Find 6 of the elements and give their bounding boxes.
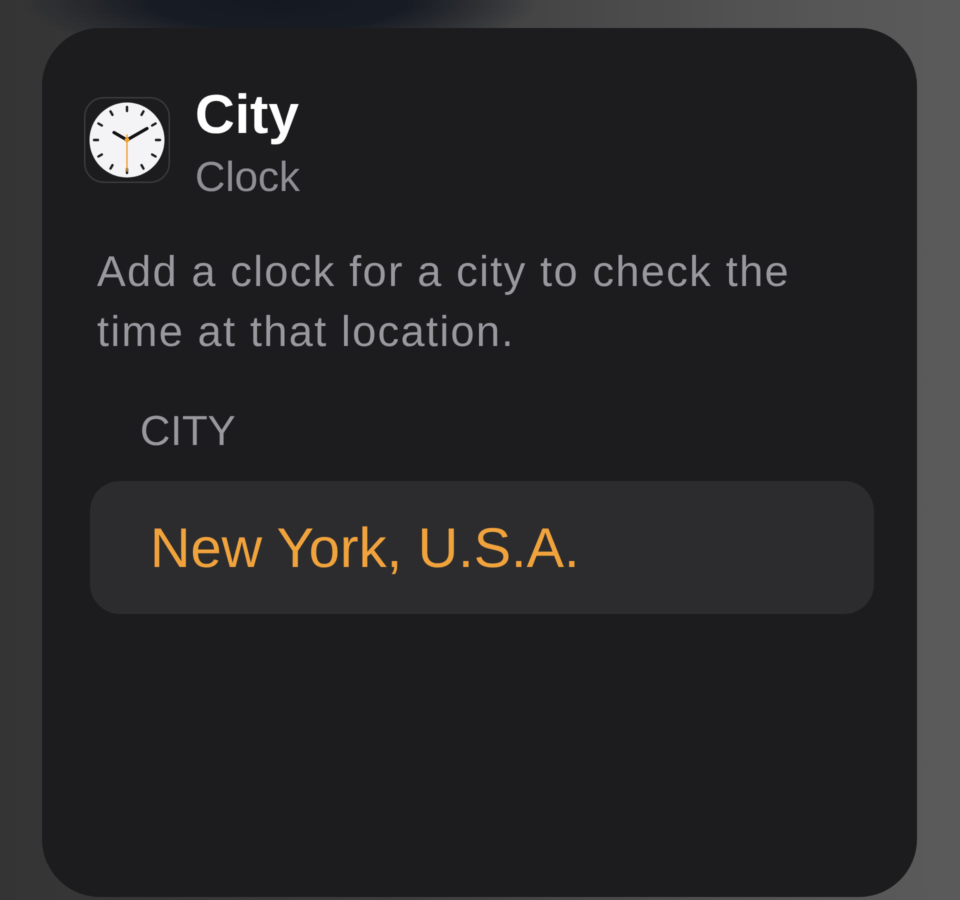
- app-name: Clock: [195, 154, 300, 200]
- city-section-label: CITY: [140, 407, 236, 455]
- city-picker-field[interactable]: New York, U.S.A.: [90, 481, 874, 614]
- widget-title: City: [195, 84, 300, 144]
- clock-app-icon: [84, 97, 170, 183]
- widget-description: Add a clock for a city to check the time at that location.: [97, 247, 792, 358]
